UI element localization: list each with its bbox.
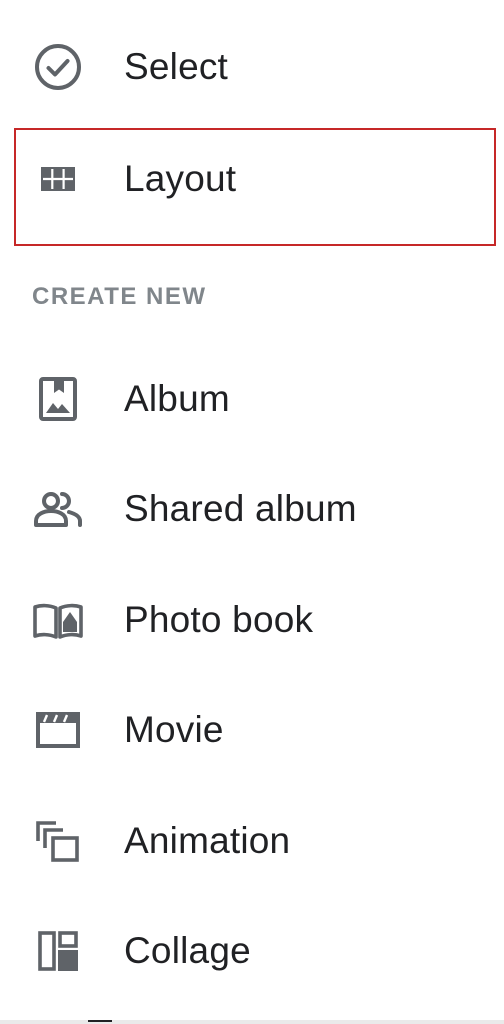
menu-item-label: Animation [124, 820, 291, 861]
bottom-divider [0, 1020, 504, 1024]
menu-item-label: Layout [124, 158, 237, 199]
menu-item-photo-book[interactable]: Photo book [0, 565, 504, 675]
animation-icon [30, 813, 86, 869]
book-icon [30, 592, 86, 648]
people-icon [30, 481, 86, 537]
menu-item-label: Collage [124, 930, 251, 971]
check-circle-icon [30, 39, 86, 95]
collage-icon [30, 923, 86, 979]
menu-item-collage[interactable]: Collage [0, 896, 504, 1006]
movie-icon [30, 702, 86, 758]
menu-item-select[interactable]: Select [0, 12, 504, 122]
section-header-create-new: CREATE NEW [32, 283, 207, 310]
menu-item-layout[interactable]: Layout [0, 124, 504, 234]
menu-item-label: Movie [124, 709, 224, 750]
grid-icon [30, 151, 86, 207]
menu-item-animation[interactable]: Animation [0, 786, 504, 896]
menu-item-label: Shared album [124, 488, 357, 529]
menu-item-movie[interactable]: Movie [0, 675, 504, 785]
next-item-partial [88, 1020, 112, 1022]
menu-item-label: Album [124, 378, 230, 419]
album-icon [30, 371, 86, 427]
overflow-menu: Select Layout CREATE NEW Album Shared al… [0, 0, 504, 1024]
menu-item-label: Select [124, 46, 229, 87]
menu-item-shared-album[interactable]: Shared album [0, 454, 504, 564]
menu-item-label: Photo book [124, 599, 314, 640]
menu-item-album[interactable]: Album [0, 344, 504, 454]
